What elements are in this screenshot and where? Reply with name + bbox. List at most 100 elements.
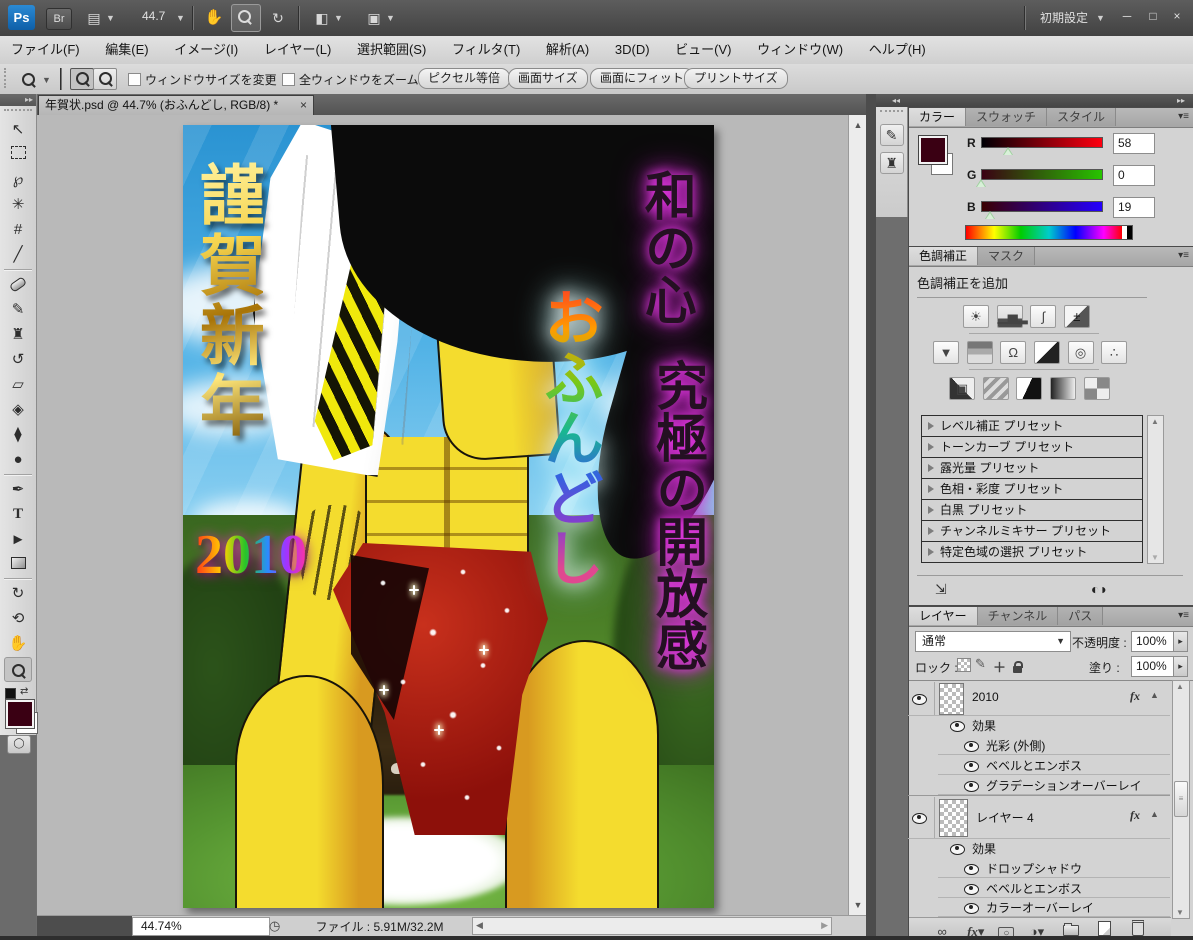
visibility-eye-icon[interactable] <box>912 811 927 825</box>
red-slider-thumb[interactable] <box>1003 147 1013 155</box>
quick-mask-button[interactable]: ◯ <box>7 735 31 754</box>
new-layer-icon[interactable] <box>1093 921 1115 937</box>
effect-row-outer-glow[interactable]: 光彩 (外側) <box>938 735 1170 755</box>
visibility-eye-icon[interactable] <box>950 719 965 733</box>
preset-curves[interactable]: トーンカーブ プリセット <box>921 437 1143 458</box>
red-slider[interactable] <box>981 137 1103 148</box>
expand-arrow-icon[interactable] <box>928 506 934 514</box>
visibility-eye-icon[interactable] <box>912 692 927 706</box>
status-file-info[interactable]: ファイル : 5.91M/32.2M <box>292 918 467 935</box>
crop-tool[interactable]: # <box>5 218 31 241</box>
actual-pixels-button[interactable]: ピクセル等倍 <box>418 68 510 89</box>
lock-paint-icon[interactable]: ✎ <box>975 656 986 672</box>
zoom-all-windows-checkbox[interactable]: 全ウィンドウをズーム <box>282 71 419 88</box>
eyedropper-tool[interactable]: ╱ <box>5 243 31 266</box>
fit-screen-button[interactable]: 画面にフィット <box>590 68 694 89</box>
pen-tool[interactable]: ✒ <box>5 478 31 501</box>
expand-arrow-icon[interactable] <box>928 485 934 493</box>
effect-row-bevel-emboss[interactable]: ベベルとエンボス <box>938 755 1170 775</box>
brushes-panel-icon[interactable]: ✎ <box>880 124 904 146</box>
preset-black-white[interactable]: 白黒 プリセット <box>921 500 1143 521</box>
blend-mode-select[interactable]: 通常▼ <box>915 631 1071 652</box>
scrollbar-thumb[interactable]: ≡ <box>1174 781 1188 817</box>
dock-collapse-left-icon[interactable]: ◂◂ <box>892 96 900 105</box>
invert-icon[interactable]: ▣ <box>949 377 975 400</box>
screen-size-button[interactable]: 画面サイズ <box>508 68 588 89</box>
layer-thumbnail[interactable] <box>939 683 964 715</box>
tab-styles[interactable]: スタイル <box>1047 108 1116 126</box>
panel-menu-icon[interactable]: ▾≡ <box>1178 111 1189 122</box>
layer-name[interactable]: レイヤー 4 <box>976 809 1034 826</box>
checkbox-box[interactable] <box>128 73 141 86</box>
type-tool[interactable]: T <box>5 503 31 526</box>
zoom-level-dropdown[interactable]: ▼ <box>176 13 185 23</box>
scroll-down-arrow[interactable]: ▼ <box>849 897 867 913</box>
green-slider-thumb[interactable] <box>976 179 986 187</box>
effect-row-drop-shadow[interactable]: ドロップシャドウ <box>938 858 1170 878</box>
delete-layer-icon[interactable] <box>1127 920 1149 936</box>
menu-analysis[interactable]: 解析(A) <box>535 36 600 64</box>
checkbox-box[interactable] <box>282 73 295 86</box>
maximize-button[interactable]: □ <box>1140 8 1166 26</box>
zoom-out-button[interactable] <box>93 68 117 90</box>
status-zoom-field[interactable]: 44.74% <box>132 917 270 936</box>
dock-collapse-right-icon[interactable]: ▸▸ <box>1177 94 1185 107</box>
menu-view[interactable]: ビュー(V) <box>664 36 742 64</box>
default-colors-icon[interactable] <box>5 688 16 699</box>
arrange-documents-icon[interactable]: ◧ <box>310 7 334 29</box>
expand-arrow-icon[interactable] <box>928 443 934 451</box>
panel-menu-icon[interactable]: ▾≡ <box>1178 250 1189 261</box>
lock-position-icon[interactable]: ＋ <box>993 657 1006 676</box>
fill-field[interactable]: 100% <box>1131 656 1177 677</box>
visibility-eye-icon[interactable] <box>964 882 979 896</box>
tools-collapse-button[interactable]: ▸▸ <box>0 94 36 106</box>
blur-tool[interactable]: ⧫ <box>5 423 31 446</box>
path-selection-tool[interactable]: ► <box>5 528 31 551</box>
expand-arrow-icon[interactable] <box>928 464 934 472</box>
print-size-button[interactable]: プリントサイズ <box>684 68 788 89</box>
preset-exposure[interactable]: 露光量 プリセット <box>921 458 1143 479</box>
resize-windows-checkbox[interactable]: ウィンドウサイズを変更 <box>128 71 277 88</box>
lasso-tool[interactable]: ℘ <box>5 168 31 191</box>
color-spectrum-ramp[interactable] <box>965 225 1133 240</box>
collapse-effects-arrow[interactable]: ▲ <box>1150 690 1159 700</box>
scroll-up-arrow[interactable]: ▲ <box>1176 682 1184 691</box>
arrange-documents-dropdown[interactable]: ▼ <box>334 13 343 23</box>
levels-icon[interactable]: ▁▅▂ <box>997 305 1023 328</box>
tool-preset-dropdown[interactable]: ▼ <box>42 75 51 85</box>
zoom-level-value[interactable]: 44.7 <box>142 9 165 23</box>
view-extras-dropdown[interactable]: ▼ <box>106 13 115 23</box>
healing-brush-tool[interactable] <box>5 273 31 296</box>
expanded-view-icon[interactable]: ⇲ <box>935 581 947 598</box>
tab-color[interactable]: カラー <box>909 108 966 126</box>
swap-colors-icon[interactable]: ⇄ <box>20 686 28 697</box>
preset-selective-color[interactable]: 特定色域の選択 プリセット <box>921 542 1143 563</box>
blue-slider[interactable] <box>981 201 1103 212</box>
canvas-vertical-scrollbar[interactable]: ▲ ▼ <box>848 115 867 915</box>
screen-mode-dropdown[interactable]: ▼ <box>386 13 395 23</box>
channel-mixer-icon[interactable]: ∴ <box>1101 341 1127 364</box>
move-tool[interactable]: ↖ <box>5 118 31 141</box>
layer-row-2010[interactable]: 2010 fx ▲ <box>908 681 1170 716</box>
exposure-icon[interactable]: ± <box>1064 305 1090 328</box>
expand-arrow-icon[interactable] <box>928 422 934 430</box>
eraser-tool[interactable]: ▱ <box>5 373 31 396</box>
canvas-horizontal-scrollbar[interactable]: ◀ ▶ <box>472 917 832 935</box>
effect-row-gradient-overlay[interactable]: グラデーションオーバーレイ <box>938 775 1170 795</box>
hand-tool[interactable]: ✋ <box>5 632 31 655</box>
close-button[interactable]: × <box>1164 8 1190 26</box>
clip-to-layer-icon[interactable]: ◐◗ <box>1091 581 1108 597</box>
scroll-right-arrow[interactable]: ▶ <box>821 920 828 931</box>
menu-3d[interactable]: 3D(D) <box>604 36 661 64</box>
preset-levels[interactable]: レベル補正 プリセット <box>921 415 1143 437</box>
canvas-area[interactable]: 謹賀新年 2010 おふんどし 和の心 究極の開放感 <box>37 115 848 915</box>
menu-layer[interactable]: レイヤー(L) <box>253 36 343 64</box>
menu-image[interactable]: イメージ(I) <box>163 36 249 64</box>
visibility-eye-icon[interactable] <box>964 862 979 876</box>
photo-filter-icon[interactable]: ◎ <box>1068 341 1094 364</box>
lock-transparent-icon[interactable] <box>957 658 971 672</box>
document-tab[interactable]: 年賀状.psd @ 44.7% (おふんどし, RGB/8) * × <box>38 95 314 116</box>
tab-masks[interactable]: マスク <box>978 247 1035 265</box>
tab-adjustments[interactable]: 色調補正 <box>909 247 978 265</box>
lock-all-icon[interactable] <box>1013 661 1022 676</box>
